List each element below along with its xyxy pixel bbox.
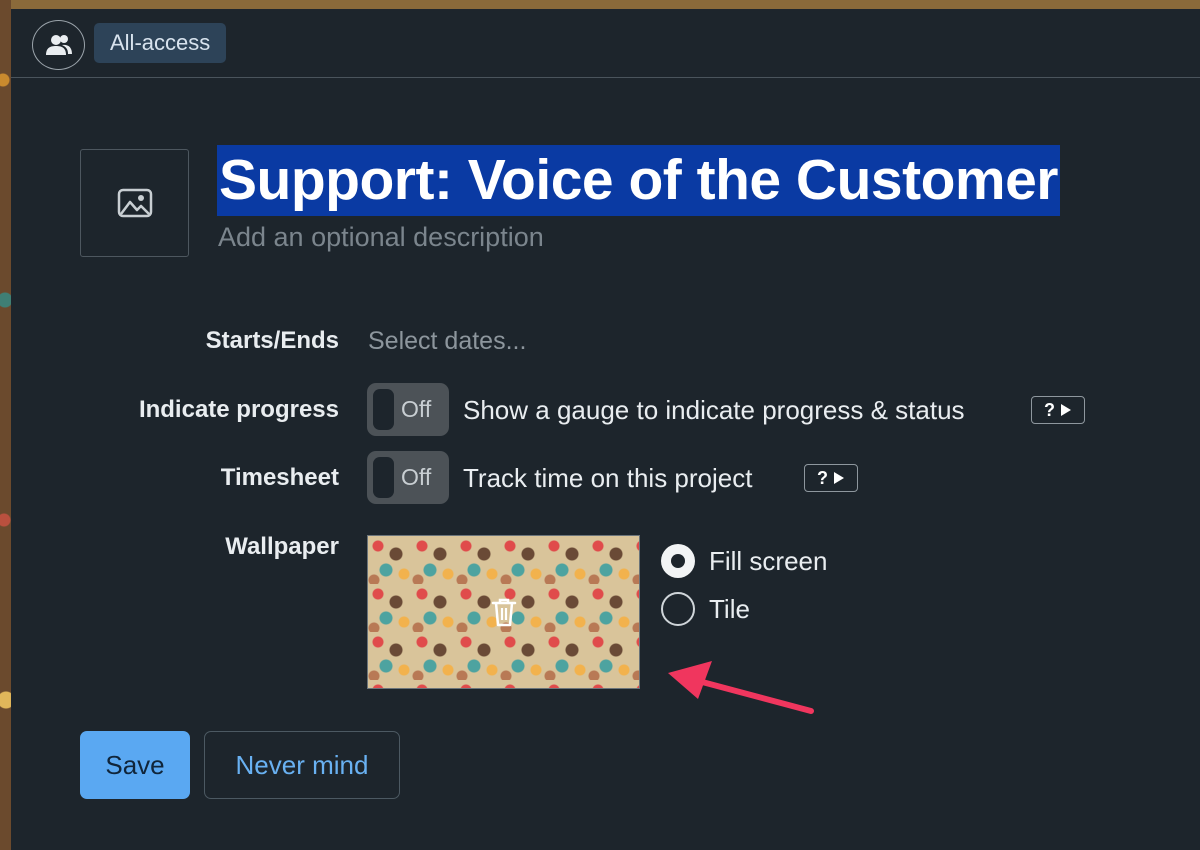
toggle-state: Off [401,396,432,422]
play-icon [1061,404,1071,416]
project-image-picker[interactable] [80,149,189,257]
fill-screen-label[interactable]: Fill screen [709,546,827,577]
people-button[interactable] [32,20,85,70]
image-icon [117,188,152,218]
description-input[interactable]: Add an optional description [218,222,544,253]
access-level-chip[interactable]: All-access [94,23,227,63]
people-icon [45,35,72,55]
tile-label[interactable]: Tile [709,594,750,625]
fill-screen-radio[interactable] [661,544,695,578]
top-bar: All-access [11,9,1200,78]
starts-ends-label: Starts/Ends [205,327,339,354]
annotation-arrow-icon [668,661,814,714]
progress-toggle[interactable]: Off [367,383,449,436]
date-picker-input[interactable]: Select dates... [368,327,526,356]
trash-icon[interactable] [486,592,522,632]
never-mind-button[interactable]: Never mind [204,731,400,799]
help-question-mark: ? [1044,399,1055,420]
wallpaper-label: Wallpaper [225,533,339,560]
timesheet-help-button[interactable]: ? [804,464,858,492]
tile-radio[interactable] [661,592,695,626]
timesheet-toggle[interactable]: Off [367,451,449,504]
project-settings-panel: All-access Support: Voice of the Custome… [11,9,1200,850]
toggle-state: Off [401,464,432,490]
play-icon [834,472,844,484]
wallpaper-thumbnail[interactable] [367,535,640,689]
help-question-mark: ? [817,467,828,488]
progress-description: Show a gauge to indicate progress & stat… [463,395,965,425]
progress-help-button[interactable]: ? [1031,396,1085,424]
timesheet-label: Timesheet [220,464,339,491]
project-title-input[interactable]: Support: Voice of the Customer [217,145,1060,216]
indicate-progress-label: Indicate progress [138,396,339,423]
timesheet-description: Track time on this project [463,463,753,493]
save-button[interactable]: Save [80,731,190,799]
toggle-knob [373,457,394,498]
toggle-knob [373,389,394,430]
